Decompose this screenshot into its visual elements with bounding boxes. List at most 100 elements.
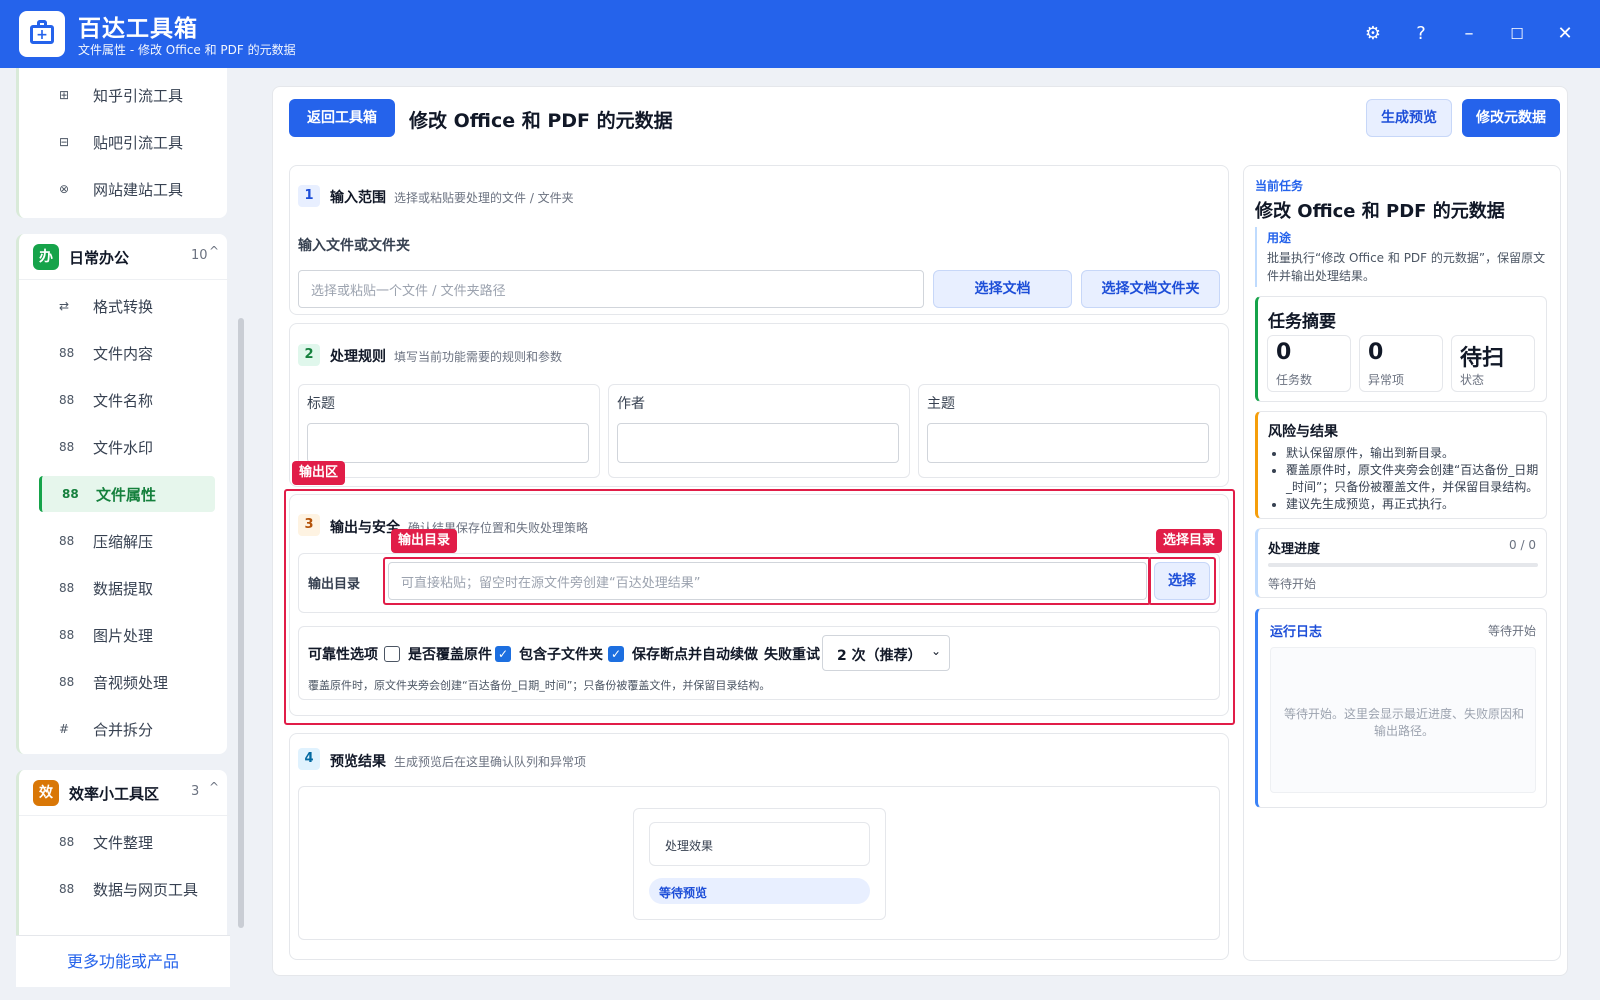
hash-icon: # <box>59 722 70 736</box>
sidebar-item-data-web[interactable]: 88 数据与网页工具 <box>39 871 219 907</box>
section-desc: 填写当前功能需要的规则和参数 <box>394 350 563 364</box>
author-input[interactable] <box>617 423 899 463</box>
param-label: 标题 <box>307 396 335 412</box>
select-folder-button[interactable]: 选择文档文件夹 <box>1081 270 1220 308</box>
sidebar-item-watermark[interactable]: 88 文件水印 <box>39 429 219 465</box>
sidebar-group-office: 办 日常办公 10 ^ ⇄ 格式转换 88 文件内容 88 文件名称 88 文件水印 8… <box>16 234 230 754</box>
title-input[interactable] <box>307 423 589 463</box>
sidebar-item-label: 数据与网页工具 <box>93 880 199 899</box>
sidebar-item-label: 文件内容 <box>93 344 154 363</box>
close-icon[interactable]: ✕ <box>1551 20 1579 48</box>
sidebar-item-merge-split[interactable]: # 合并拆分 <box>39 711 219 747</box>
grid-icon: 88 <box>59 440 75 454</box>
sidebar-item-website[interactable]: ⊗ 网站建站工具 <box>39 171 219 207</box>
sidebar-scrollbar[interactable] <box>238 318 244 928</box>
group-name: 效率小工具区 <box>69 785 160 803</box>
task-title: 修改 Office 和 PDF 的元数据 <box>1255 201 1505 222</box>
tool-icon: ⊗ <box>59 182 70 196</box>
sidebar-item-file-properties[interactable]: 88 文件属性 <box>39 476 215 512</box>
stat-label: 任务数 <box>1276 373 1313 387</box>
choose-dir-highlight <box>1148 557 1216 605</box>
risk-list: 默认保留原件，输出到新目录。 覆盖原件时，原文件夹旁会创建“百达备份_日期_时间… <box>1286 445 1540 513</box>
sidebar-item-label: 文件属性 <box>96 485 157 504</box>
output-area-tag: 输出区 <box>292 461 346 485</box>
progress-card: 处理进度 0 / 0 等待开始 <box>1255 528 1547 598</box>
log-title: 运行日志 <box>1270 625 1323 640</box>
stat-value: 0 <box>1276 340 1292 365</box>
chevron-up-icon[interactable]: ^ <box>209 780 219 794</box>
sidebar-item-label: 网站建站工具 <box>93 180 184 199</box>
sidebar-item-data-extract[interactable]: 88 数据提取 <box>39 570 219 606</box>
grid-icon: 88 <box>59 393 75 407</box>
sidebar-item-label: 格式转换 <box>93 297 154 316</box>
usage-text: 批量执行“修改 Office 和 PDF 的元数据”，保留原文件并输出处理结果。 <box>1267 251 1546 283</box>
group-badge: 效 <box>33 780 59 806</box>
param-label: 主题 <box>927 396 955 412</box>
chevron-up-icon[interactable]: ^ <box>209 244 219 258</box>
log-output[interactable]: 等待开始。这里会显示最近进度、失败原因和输出路径。 <box>1270 647 1536 793</box>
input-path-field[interactable]: 选择或粘贴一个文件 / 文件夹路径 <box>298 270 924 308</box>
output-area-highlight <box>284 489 1235 725</box>
current-task-label: 当前任务 <box>1255 179 1304 193</box>
select-document-button[interactable]: 选择文档 <box>933 270 1072 308</box>
section-title: 输入范围 <box>330 190 386 206</box>
more-products-link[interactable]: 更多功能或产品 <box>16 935 230 987</box>
pending-preview-text: 等待预览 <box>659 886 708 900</box>
sidebar: ⊞ 知乎引流工具 ⊟ 贴吧引流工具 ⊗ 网站建站工具 办 日常办公 10 ^ ⇄… <box>0 68 246 1000</box>
group-name: 日常办公 <box>69 249 130 267</box>
section-title: 处理规则 <box>330 349 386 365</box>
page-title: 修改 Office 和 PDF 的元数据 <box>409 110 673 132</box>
output-dir-tag: 输出目录 <box>391 529 458 553</box>
sidebar-item-file-content[interactable]: 88 文件内容 <box>39 335 219 371</box>
sidebar-item-compress[interactable]: 88 压缩解压 <box>39 523 219 559</box>
param-subject: 主题 <box>918 384 1220 478</box>
sidebar-item-label: 合并拆分 <box>93 720 154 739</box>
minimize-icon[interactable]: – <box>1455 20 1483 48</box>
log-status: 等待开始 <box>1487 624 1536 638</box>
output-dir-highlight <box>383 557 1151 605</box>
toolbox-icon: + <box>19 11 65 57</box>
stat-error-count: 0 异常项 <box>1359 335 1443 392</box>
input-field-label: 输入文件或文件夹 <box>298 238 410 254</box>
section-desc: 生成预览后在这里确认队列和异常项 <box>394 755 587 769</box>
risk-item: 覆盖原件时，原文件夹旁会创建“百达备份_日期_时间”；只备份被覆盖文件，并保留目… <box>1286 462 1540 496</box>
group-header[interactable]: 办 日常办公 10 ^ <box>19 234 230 280</box>
sidebar-item-format-convert[interactable]: ⇄ 格式转换 <box>39 288 219 324</box>
modify-metadata-button[interactable]: 修改元数据 <box>1462 99 1560 137</box>
grid-icon: 88 <box>59 675 75 689</box>
risk-title: 风险与结果 <box>1268 424 1338 440</box>
sidebar-item-image[interactable]: 88 图片处理 <box>39 617 219 653</box>
usage-label: 用途 <box>1267 231 1292 245</box>
stat-label: 异常项 <box>1368 373 1405 387</box>
maximize-icon[interactable]: ☐ <box>1503 20 1531 48</box>
generate-preview-button[interactable]: 生成预览 <box>1366 99 1452 137</box>
help-icon[interactable]: ? <box>1407 20 1435 48</box>
sidebar-item-label: 贴吧引流工具 <box>93 133 184 152</box>
grid-icon: 88 <box>62 487 79 501</box>
grid-icon: 88 <box>59 534 75 548</box>
grid-icon: 88 <box>59 835 75 849</box>
sidebar-item-file-organize[interactable]: 88 文件整理 <box>39 824 219 860</box>
step-number: 4 <box>298 748 320 770</box>
effect-label: 处理效果 <box>665 839 714 853</box>
progress-count: 0 / 0 <box>1509 538 1536 552</box>
param-label: 作者 <box>617 396 645 412</box>
sidebar-item-label: 数据提取 <box>93 579 154 598</box>
section-input: 1 输入范围 选择或粘贴要处理的文件 / 文件夹 输入文件或文件夹 选择或粘贴一… <box>289 165 1229 315</box>
group-badge: 办 <box>33 244 59 270</box>
group-header[interactable]: 效 效率小工具区 3 ^ <box>19 770 230 816</box>
sidebar-item-file-name[interactable]: 88 文件名称 <box>39 382 219 418</box>
sidebar-item-zhihu[interactable]: ⊞ 知乎引流工具 <box>39 77 219 113</box>
sidebar-item-label: 文件名称 <box>93 391 154 410</box>
progress-bar <box>1268 563 1538 567</box>
settings-icon[interactable]: ⚙ <box>1359 20 1387 48</box>
stat-status: 待扫 状态 <box>1451 335 1535 392</box>
effect-box: 处理效果 <box>649 822 870 866</box>
sidebar-item-tieba[interactable]: ⊟ 贴吧引流工具 <box>39 124 219 160</box>
step-number: 2 <box>298 344 320 366</box>
subject-input[interactable] <box>927 423 1209 463</box>
back-to-toolbox-button[interactable]: 返回工具箱 <box>289 99 395 137</box>
sidebar-item-media[interactable]: 88 音视频处理 <box>39 664 219 700</box>
risk-card: 风险与结果 默认保留原件，输出到新目录。 覆盖原件时，原文件夹旁会创建“百达备份… <box>1255 411 1547 519</box>
grid-icon: 88 <box>59 581 75 595</box>
